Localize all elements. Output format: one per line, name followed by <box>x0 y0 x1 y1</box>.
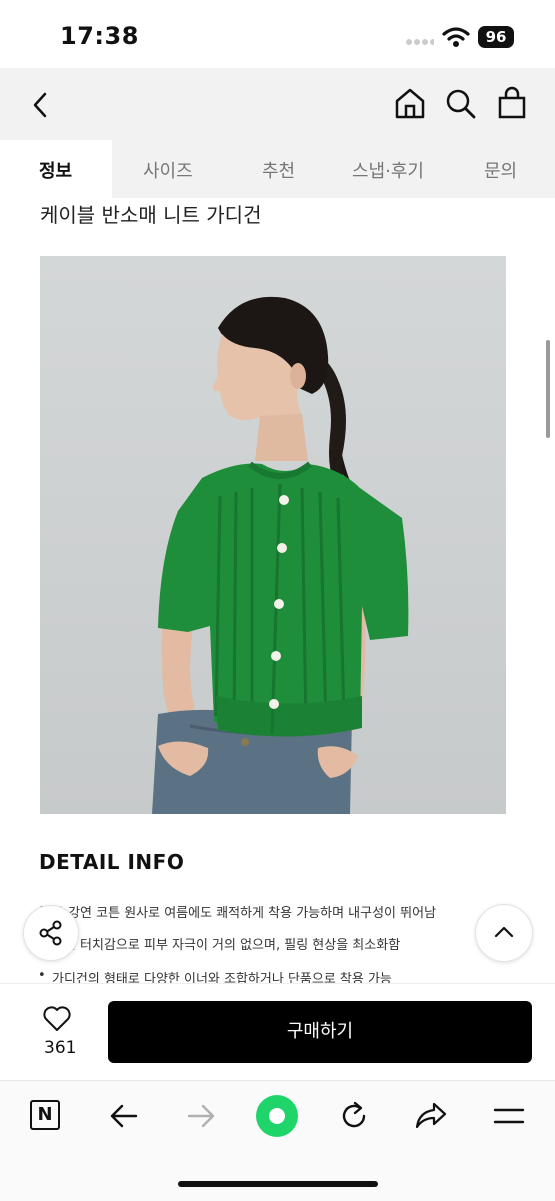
bullet-text: 러운 터치감으로 피부 자극이 거의 없으며, 필링 현상을 최소화함 <box>52 938 401 953</box>
share-arrow-icon[interactable] <box>414 1100 448 1130</box>
naver-icon[interactable]: N <box>30 1100 60 1130</box>
status-time: 17:38 <box>60 22 139 50</box>
arrow-right-icon[interactable] <box>185 1102 217 1130</box>
tab-info[interactable]: 정보 <box>39 157 72 183</box>
scroll-top-button[interactable] <box>475 904 533 962</box>
like-count: 361 <box>44 1038 77 1058</box>
search-icon[interactable] <box>445 88 477 120</box>
product-image <box>40 256 506 814</box>
share-icon <box>39 920 62 946</box>
battery-indicator: 96 <box>478 26 514 48</box>
share-button[interactable] <box>23 905 79 961</box>
scrollbar[interactable] <box>546 340 550 438</box>
heart-icon[interactable] <box>42 1005 72 1032</box>
signal-icon <box>406 39 434 45</box>
detail-info-heading: DETAIL INFO <box>39 850 185 874</box>
bullet-text: 국 강연 코튼 원사로 여름에도 쾌적하게 착용 가능하며 내구성이 뛰어남 <box>52 906 437 921</box>
arrow-left-icon[interactable] <box>108 1102 140 1130</box>
refresh-icon[interactable] <box>338 1100 370 1132</box>
shopping-bag-icon[interactable] <box>497 86 527 120</box>
tab-snap-review[interactable]: 스냅·후기 <box>352 157 424 183</box>
bullet-dot: • <box>38 968 46 983</box>
tab-inquiry[interactable]: 문의 <box>484 157 517 183</box>
wifi-icon <box>442 27 470 47</box>
tab-recommend[interactable]: 추천 <box>262 157 295 183</box>
tab-size[interactable]: 사이즈 <box>143 157 193 183</box>
chevron-up-icon <box>494 926 514 938</box>
green-dot-icon <box>269 1108 285 1124</box>
status-bar: 17:38 96 <box>0 0 555 68</box>
green-dot-button[interactable] <box>256 1095 298 1137</box>
product-title: 케이블 반소매 니트 가디건 <box>40 203 262 227</box>
home-icon[interactable] <box>393 86 427 120</box>
app-header <box>0 68 555 140</box>
model-illustration <box>40 256 506 814</box>
home-indicator <box>178 1181 378 1187</box>
tab-bar: 정보 사이즈 추천 스냅·후기 문의 <box>0 140 555 198</box>
buy-button[interactable]: 구매하기 <box>108 1001 532 1063</box>
menu-icon[interactable] <box>493 1106 525 1126</box>
back-icon[interactable] <box>30 90 50 120</box>
